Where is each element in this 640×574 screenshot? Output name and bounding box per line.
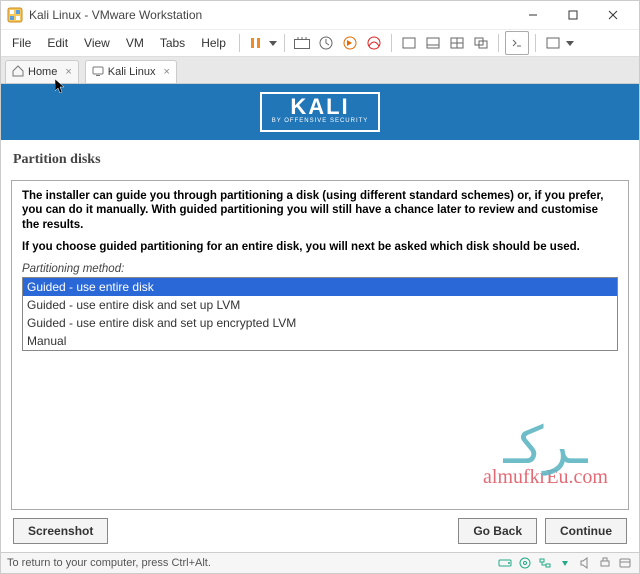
tab-kali-close[interactable]: × (163, 66, 169, 78)
separator (535, 34, 536, 52)
status-more-icon[interactable] (557, 555, 573, 571)
kali-logo-text: KALI (272, 96, 369, 118)
option-manual[interactable]: Manual (23, 332, 617, 350)
partition-options[interactable]: Guided - use entire disk Guided - use en… (22, 277, 618, 351)
status-net-icon[interactable] (537, 555, 553, 571)
fullscreen-icon[interactable] (542, 32, 564, 54)
separator (284, 34, 285, 52)
kali-banner: KALI BY OFFENSIVE SECURITY (1, 84, 639, 140)
snapshot-icon[interactable] (315, 32, 337, 54)
menu-file[interactable]: File (5, 33, 38, 53)
menu-vm[interactable]: VM (119, 33, 151, 53)
page-title: Partition disks (13, 152, 629, 168)
watermark-url: almufkrEu.com (483, 466, 608, 489)
method-label: Partitioning method: (22, 263, 618, 275)
layout-single-icon[interactable] (398, 32, 420, 54)
layout-multi-icon[interactable] (446, 32, 468, 54)
watermark: ـركـ almufkrEu.com (483, 434, 608, 489)
separator (498, 34, 499, 52)
manage-icon[interactable] (363, 32, 385, 54)
window-title: Kali Linux - VMware Workstation (29, 8, 513, 22)
unity-icon[interactable] (470, 32, 492, 54)
menu-edit[interactable]: Edit (40, 33, 75, 53)
option-guided-entire-disk[interactable]: Guided - use entire disk (23, 278, 617, 296)
guest-screen: KALI BY OFFENSIVE SECURITY Partition dis… (1, 84, 639, 552)
revert-icon[interactable] (339, 32, 361, 54)
status-usb-icon[interactable] (617, 555, 633, 571)
send-keys-icon[interactable] (291, 32, 313, 54)
tab-kali-label: Kali Linux (108, 66, 156, 78)
maximize-button[interactable] (553, 1, 593, 29)
layout-thumbnail-icon[interactable] (422, 32, 444, 54)
menu-help[interactable]: Help (194, 33, 233, 53)
status-hint: To return to your computer, press Ctrl+A… (7, 557, 211, 569)
console-icon[interactable] (505, 31, 529, 55)
tab-home[interactable]: Home × (5, 60, 79, 83)
separator (239, 34, 240, 52)
kali-logo: KALI BY OFFENSIVE SECURITY (260, 92, 381, 132)
separator (391, 34, 392, 52)
pause-dropdown[interactable] (268, 39, 278, 47)
pause-icon[interactable] (246, 37, 266, 49)
go-back-button[interactable]: Go Back (458, 518, 537, 544)
menu-view[interactable]: View (77, 33, 117, 53)
tab-home-close[interactable]: × (65, 66, 71, 78)
option-guided-encrypted-lvm[interactable]: Guided - use entire disk and set up encr… (23, 314, 617, 332)
fullscreen-dropdown[interactable] (566, 39, 574, 47)
content-panel: The installer can guide you through part… (11, 180, 629, 510)
option-guided-lvm[interactable]: Guided - use entire disk and set up LVM (23, 296, 617, 314)
continue-button[interactable]: Continue (545, 518, 627, 544)
watermark-calligraphy: ـركـ (483, 434, 608, 460)
minimize-button[interactable] (513, 1, 553, 29)
menu-tabs[interactable]: Tabs (153, 33, 192, 53)
vm-icon (92, 65, 104, 80)
app-icon (7, 7, 23, 23)
status-printer-icon[interactable] (597, 555, 613, 571)
status-cd-icon[interactable] (517, 555, 533, 571)
screenshot-button[interactable]: Screenshot (13, 518, 108, 544)
kali-logo-subtext: BY OFFENSIVE SECURITY (272, 118, 369, 124)
status-disk-icon[interactable] (497, 555, 513, 571)
close-button[interactable] (593, 1, 633, 29)
tab-home-label: Home (28, 66, 57, 78)
intro-text-2: If you choose guided partitioning for an… (22, 240, 618, 254)
status-sound-icon[interactable] (577, 555, 593, 571)
home-icon (12, 65, 24, 80)
intro-text-1: The installer can guide you through part… (22, 189, 618, 232)
tab-kali[interactable]: Kali Linux × (85, 60, 177, 83)
